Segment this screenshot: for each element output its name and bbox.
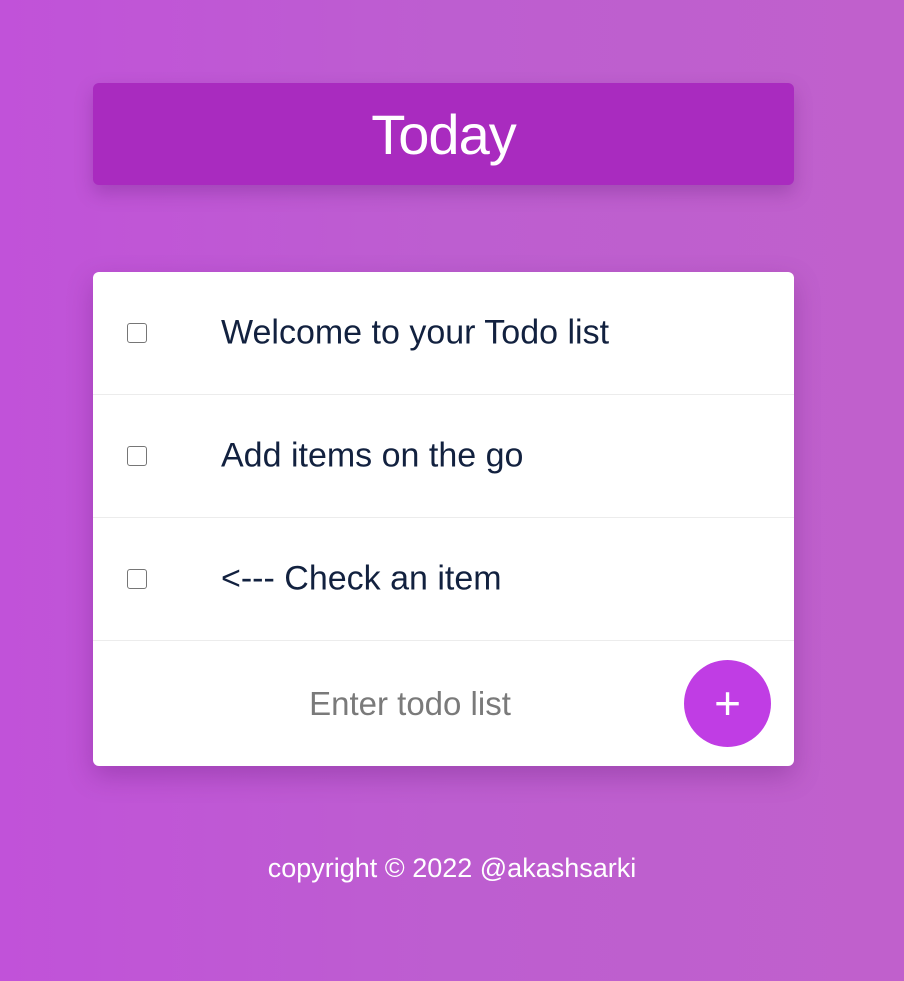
todo-item: Add items on the go (93, 395, 794, 518)
new-todo-form: + (93, 641, 794, 765)
todo-item: <--- Check an item (93, 518, 794, 641)
todo-card: Welcome to your Todo list Add items on t… (93, 272, 794, 766)
todo-checkbox[interactable] (127, 446, 147, 466)
new-todo-input[interactable] (193, 674, 627, 734)
todo-checkbox[interactable] (127, 323, 147, 343)
todo-item-text: <--- Check an item (221, 559, 502, 598)
add-todo-button[interactable]: + (684, 660, 771, 747)
page-title: Today (371, 102, 516, 166)
footer-copyright: copyright © 2022 @akashsarki (267, 853, 637, 883)
todo-item-text: Add items on the go (221, 436, 524, 475)
plus-icon: + (714, 677, 741, 729)
todo-item: Welcome to your Todo list (93, 272, 794, 395)
todo-checkbox[interactable] (127, 569, 147, 589)
heading-box: Today (93, 83, 794, 185)
todo-item-text: Welcome to your Todo list (221, 313, 610, 352)
